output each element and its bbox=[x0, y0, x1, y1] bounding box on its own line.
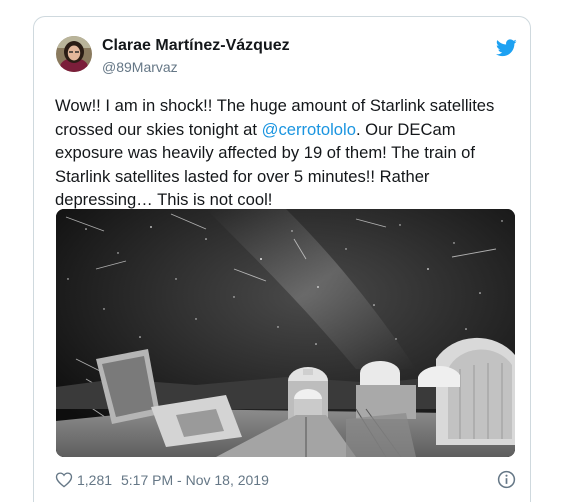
avatar[interactable] bbox=[56, 36, 92, 72]
twitter-bird-icon[interactable] bbox=[496, 39, 517, 57]
tweet-footer: 1,281 5:17 PM - Nov 18, 2019 bbox=[55, 470, 516, 492]
heart-icon[interactable] bbox=[55, 471, 73, 488]
tweet-text: Wow!! I am in shock!! The huge amount of… bbox=[55, 94, 525, 212]
starlink-night-sky-image bbox=[56, 209, 515, 457]
tweet-card[interactable]: Clarae Martínez-Vázquez @89Marvaz Wow!! … bbox=[33, 16, 531, 502]
author-name[interactable]: Clarae Martínez-Vázquez bbox=[102, 37, 290, 55]
author-handle[interactable]: @89Marvaz bbox=[102, 59, 178, 75]
tweet-photo[interactable] bbox=[56, 209, 515, 457]
info-icon[interactable] bbox=[497, 470, 516, 489]
like-count[interactable]: 1,281 bbox=[77, 472, 112, 488]
avatar-image bbox=[56, 36, 92, 72]
timestamp-link[interactable]: 5:17 PM - Nov 18, 2019 bbox=[121, 472, 269, 488]
mention-link[interactable]: @cerrotololo bbox=[262, 120, 356, 139]
